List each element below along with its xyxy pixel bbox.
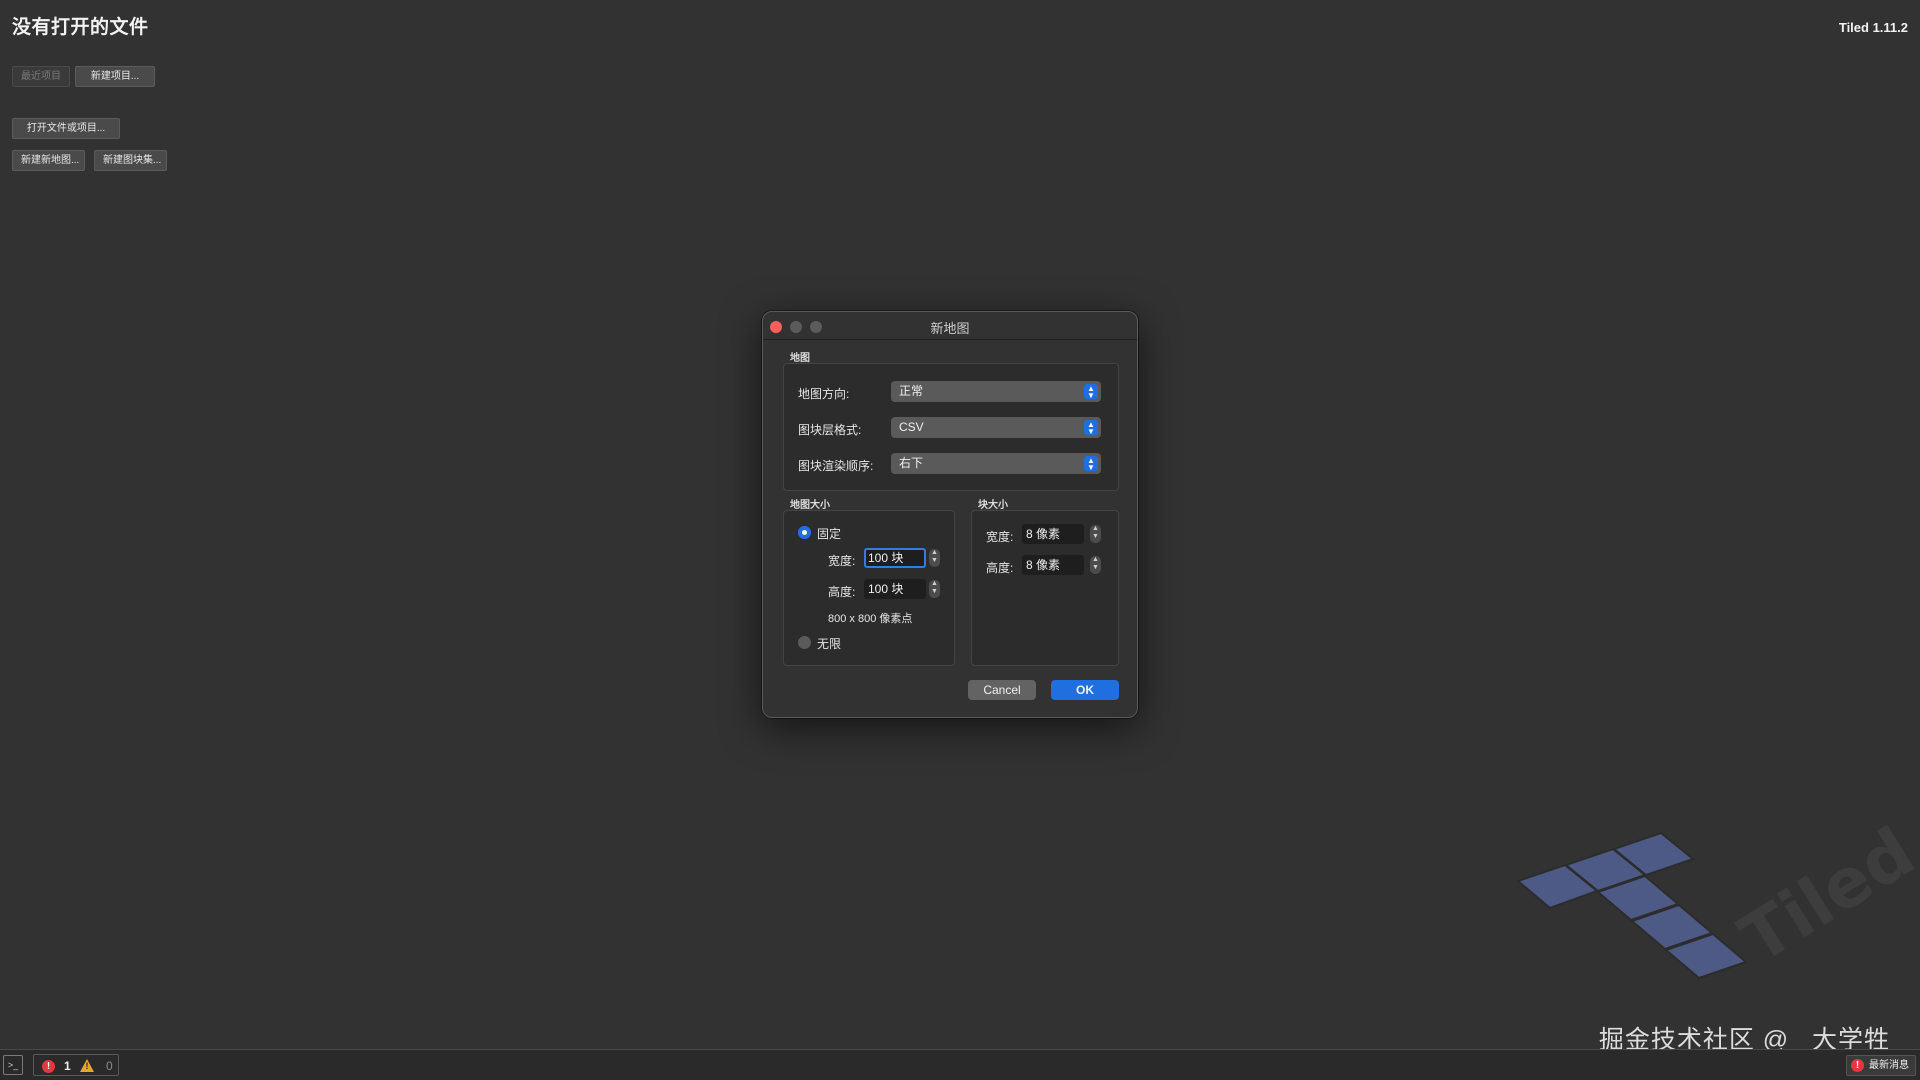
ok-button[interactable]: OK xyxy=(1051,680,1119,700)
status-bar: >_ ! 1 ! 0 ! 最新消息 xyxy=(0,1049,1920,1080)
render-order-label: 图块渲染顺序: xyxy=(798,459,874,473)
map-size-group-label: 地图大小 xyxy=(790,500,830,511)
map-height-input[interactable]: 100 块 xyxy=(864,579,926,599)
infinite-radio-label: 无限 xyxy=(817,637,842,651)
orientation-value: 正常 xyxy=(899,384,924,398)
page-title: 没有打开的文件 xyxy=(12,17,149,38)
map-size-group-box: 固定 宽度: 100 块 ▲ ▼ 高度: 100 块 ▲ ▼ 800 x 800 像… xyxy=(783,510,955,666)
map-group-box: 地图方向: 正常 ▲ ▼ 图块层格式: CSV ▲ ▼ 图块渲染顺序: 右下 ▲ ▼ xyxy=(783,363,1119,491)
map-width-label: 宽度: xyxy=(828,554,856,568)
updown-chevron-icon: ▲ ▼ xyxy=(1084,384,1098,400)
map-group-label: 地图 xyxy=(790,353,810,364)
render-order-value: 右下 xyxy=(899,456,924,470)
updown-chevron-icon: ▲ ▼ xyxy=(1084,420,1098,436)
map-height-label: 高度: xyxy=(828,585,856,599)
layer-format-value: CSV xyxy=(899,420,924,434)
orientation-label: 地图方向: xyxy=(798,387,850,401)
infinite-radio[interactable] xyxy=(798,636,811,649)
news-label: 最新消息 xyxy=(1869,1060,1909,1071)
tile-height-stepper[interactable]: ▲ ▼ xyxy=(1090,556,1101,574)
render-order-select[interactable]: 右下 ▲ ▼ xyxy=(891,453,1101,474)
pixel-size-readout: 800 x 800 像素点 xyxy=(828,613,913,625)
console-icon[interactable]: >_ xyxy=(3,1055,23,1075)
map-width-stepper[interactable]: ▲ ▼ xyxy=(929,549,940,567)
tiled-logo: Tiled xyxy=(1516,815,1920,979)
warning-icon-mark: ! xyxy=(85,1061,89,1071)
cancel-button[interactable]: Cancel xyxy=(968,680,1036,700)
tile-width-label: 宽度: xyxy=(986,530,1014,544)
fixed-radio-label: 固定 xyxy=(817,527,842,541)
fixed-radio[interactable] xyxy=(798,526,811,539)
tile-width-input[interactable]: 8 像素 xyxy=(1022,524,1084,544)
dialog-titlebar: 新地图 xyxy=(763,312,1137,340)
news-alert-icon: ! xyxy=(1851,1059,1864,1072)
new-map-dialog: 新地图 地图 地图方向: 正常 ▲ ▼ 图块层格式: CSV ▲ ▼ 图块渲染顺序:… xyxy=(762,311,1138,718)
error-icon: ! xyxy=(42,1060,55,1073)
error-count: 1 xyxy=(64,1059,71,1073)
logo-wordmark: Tiled xyxy=(1727,815,1920,979)
orientation-select[interactable]: 正常 ▲ ▼ xyxy=(891,381,1101,402)
map-height-stepper[interactable]: ▲ ▼ xyxy=(929,580,940,598)
issues-counter[interactable]: ! 1 ! 0 xyxy=(33,1054,119,1076)
tile-width-stepper[interactable]: ▲ ▼ xyxy=(1090,525,1101,543)
updown-chevron-icon: ▲ ▼ xyxy=(1084,456,1098,472)
tile-size-group-box: 宽度: 8 像素 ▲ ▼ 高度: 8 像素 ▲ ▼ xyxy=(971,510,1119,666)
open-file-button[interactable]: 打开文件或项目... xyxy=(12,118,120,139)
new-project-button[interactable]: 新建项目... xyxy=(75,66,155,87)
tile-height-label: 高度: xyxy=(986,561,1014,575)
recent-projects-button[interactable]: 最近项目 xyxy=(12,66,70,87)
layer-format-select[interactable]: CSV ▲ ▼ xyxy=(891,417,1101,438)
map-width-input[interactable]: 100 块 xyxy=(864,548,926,568)
news-button[interactable]: ! 最新消息 xyxy=(1846,1055,1916,1076)
new-tileset-button[interactable]: 新建图块集... xyxy=(94,150,167,171)
tile-height-input[interactable]: 8 像素 xyxy=(1022,555,1084,575)
new-map-button[interactable]: 新建新地图... xyxy=(12,150,85,171)
layer-format-label: 图块层格式: xyxy=(798,423,862,437)
app-version: Tiled 1.11.2 xyxy=(1838,20,1908,35)
dialog-title: 新地图 xyxy=(930,321,970,336)
tile-size-group-label: 块大小 xyxy=(978,500,1008,511)
warning-count: 0 xyxy=(106,1059,113,1073)
